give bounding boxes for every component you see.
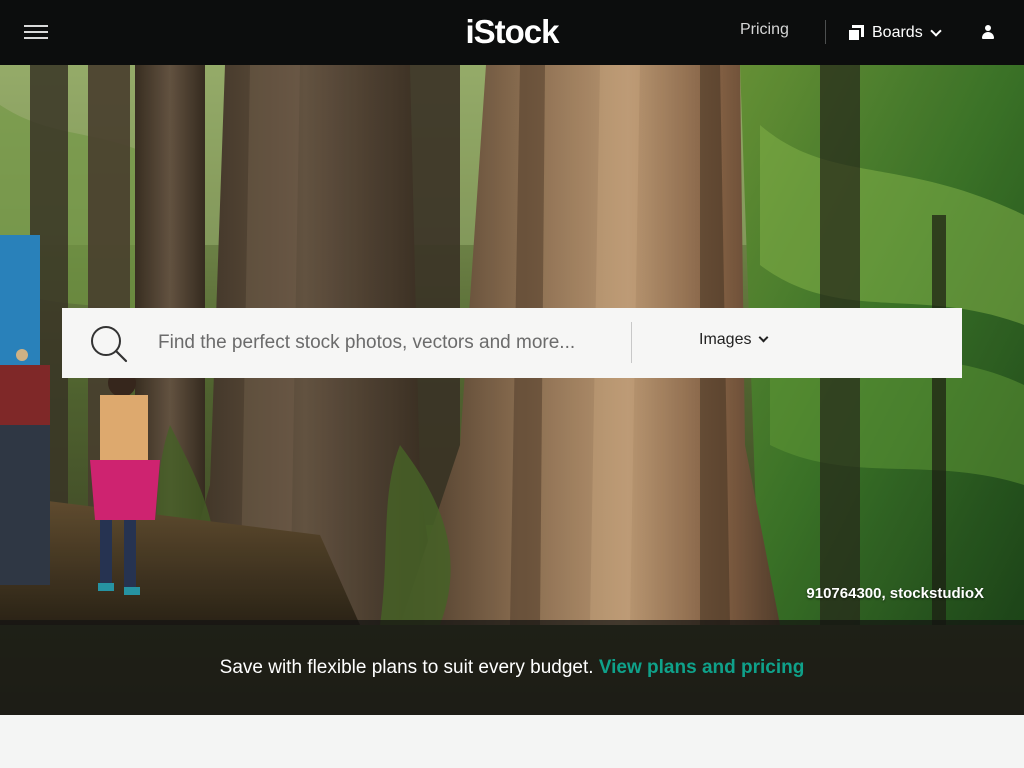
content-area [0,715,1024,768]
istock-logo[interactable]: iStock [430,10,594,54]
hero-section: Images 910764300, stockstudioX Save with… [0,65,1024,715]
promo-text: Save with flexible plans to suit every b… [219,657,599,678]
nav-divider [825,20,826,44]
search-input[interactable] [156,320,626,366]
view-plans-link[interactable]: View plans and pricing [599,657,805,678]
pricing-link[interactable]: Pricing [740,21,789,39]
boards-icon [849,25,865,41]
hamburger-menu-icon[interactable] [24,22,50,42]
promo-banner: Save with flexible plans to suit every b… [0,620,1024,715]
search-divider [631,322,632,363]
image-credit: 910764300, stockstudioX [806,585,984,602]
user-icon[interactable] [981,25,995,41]
search-icon[interactable] [89,324,129,364]
chevron-down-icon [759,332,769,343]
top-nav-bar: iStock Pricing Boards [0,0,1024,65]
search-type-label: Images [699,331,752,348]
hero-forest-image [0,65,1024,715]
boards-label: Boards [872,24,923,41]
boards-menu-button[interactable]: Boards [849,21,942,45]
search-bar: Images [62,308,962,378]
search-type-dropdown[interactable]: Images [699,331,769,349]
chevron-down-icon [930,24,942,37]
